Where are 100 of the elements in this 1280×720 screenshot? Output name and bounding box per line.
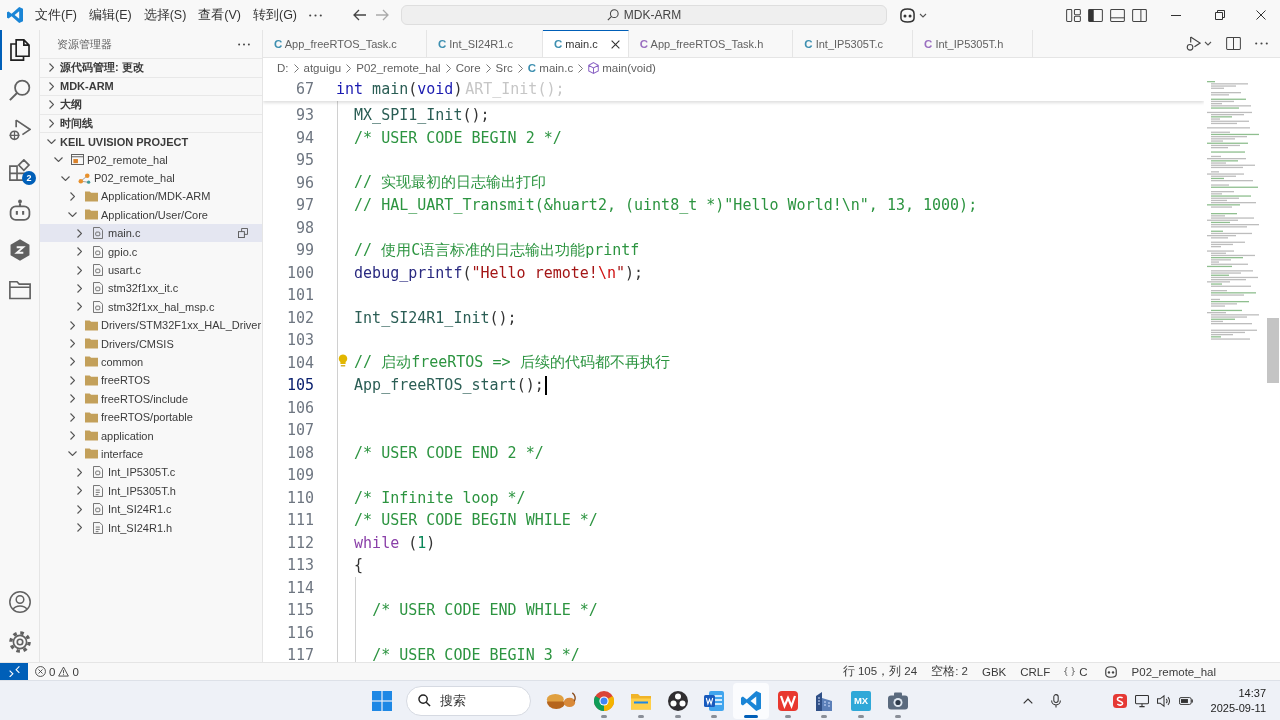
chevron-right-icon <box>346 63 352 73</box>
taskbar-button[interactable] <box>732 682 770 719</box>
microphone-icon[interactable] <box>1048 693 1063 708</box>
tree-item[interactable]: Drivers/STM32F1xx_HAL_Driver <box>40 316 262 335</box>
section-header[interactable]: 时间线 <box>40 113 262 132</box>
status-item[interactable]: 空格: 2 <box>931 664 968 679</box>
robot-face-icon[interactable] <box>899 7 916 23</box>
search-field[interactable]: 搜索 <box>405 685 531 716</box>
code-logo-icon <box>741 690 761 711</box>
run-debug-icon[interactable] <box>1186 36 1201 51</box>
line-number: 100 <box>285 263 315 282</box>
close-icon[interactable] <box>1256 10 1266 20</box>
round-logo-icon <box>594 690 615 711</box>
caret-icon[interactable] <box>919 12 927 18</box>
minimize-icon[interactable] <box>1171 14 1181 16</box>
tree-item[interactable]: application <box>40 426 262 445</box>
tree-item[interactable]: Drivers/CMSIS <box>40 334 262 353</box>
split-editor-icon[interactable] <box>1226 37 1241 50</box>
caret-icon[interactable] <box>1204 41 1212 46</box>
tree-item[interactable]: Application/MDK-ARM <box>40 187 262 206</box>
tree-item[interactable]: Application/User/Core <box>40 205 262 225</box>
layout-icon[interactable] <box>1066 8 1081 22</box>
start-icon <box>371 690 392 711</box>
breadcrumb-item[interactable]: Core <box>455 62 481 74</box>
tree-item[interactable]: P02_remote_hal <box>40 150 262 169</box>
editor-tab[interactable]: C main.c <box>542 30 629 57</box>
tree-item[interactable]: freeRTOS/include <box>40 389 262 408</box>
file-icon <box>93 503 103 516</box>
remote-button[interactable] <box>0 663 28 680</box>
breadcrumb-item[interactable]: D: <box>277 62 289 74</box>
clock-date[interactable]: 2025-09-11 <box>1210 700 1266 716</box>
tree-item[interactable]: freeRTOS <box>40 371 262 390</box>
input-method-icon[interactable] <box>1112 693 1127 708</box>
tree-item[interactable]: main.c <box>40 224 262 243</box>
editor-tab[interactable]: C App_freeRTOS_Task.c <box>263 30 427 57</box>
problems-button[interactable]: 0 0 <box>35 665 79 678</box>
language-mode-button[interactable]: C <box>1064 665 1088 678</box>
status-item[interactable]: P02_remote_hal <box>1131 665 1216 678</box>
tree-item[interactable]: Int_IP5305T.h <box>40 481 262 500</box>
tree-item[interactable]: stm32f1xx_it.c <box>40 279 262 298</box>
robot-face-icon[interactable] <box>1103 665 1118 678</box>
status-item[interactable]: 行 105，列 24 <box>842 664 918 679</box>
menu-item[interactable]: 编辑(E) <box>88 6 132 24</box>
speaker-icon[interactable] <box>1156 693 1171 708</box>
more-icon[interactable] <box>1255 42 1268 45</box>
menu-item[interactable]: 查看(V) <box>198 6 241 24</box>
editor-tab[interactable]: C App_freeRTOS_Task.h <box>628 30 794 57</box>
back-arrow-icon[interactable] <box>353 9 367 21</box>
line-number: 104 <box>285 353 315 372</box>
breadcrumb-item[interactable]: main(void) <box>588 62 656 74</box>
menu-item[interactable]: 转到(G) <box>253 6 298 24</box>
code-line: /* USER CODE END WHILE */ <box>372 601 598 620</box>
tree-item[interactable]: stm32f1xx_hal_msp.c <box>40 297 262 316</box>
status-item[interactable]: CRLF <box>1020 665 1051 678</box>
squares-icon[interactable] <box>238 228 248 239</box>
breadcrumb-item[interactable]: P02_remote_hal <box>356 62 441 74</box>
editor-tab[interactable]: C Int_IP5305T.c <box>793 30 913 57</box>
more-icon[interactable] <box>309 13 323 17</box>
section-header[interactable]: MDK-ARM <box>40 76 262 95</box>
code-line: // 实现最初的日志输出打印 <box>354 173 547 193</box>
menu-item[interactable]: 选择(S) <box>143 6 187 24</box>
command-center[interactable]: MDK-ARM <box>401 5 887 25</box>
section-header[interactable]: 大纲 <box>40 95 262 114</box>
more-icon[interactable] <box>238 42 250 46</box>
folder-icon <box>85 338 98 350</box>
activity-button[interactable]: 2 <box>0 150 39 190</box>
editor-tab[interactable]: C Int_SI24R1.c <box>426 30 543 57</box>
tree-item[interactable]: interface <box>40 444 262 464</box>
code-line: debug_printf("Hello remote!\n"); <box>354 263 644 282</box>
sidebar-toggle-icon[interactable] <box>1088 8 1103 22</box>
line-number: 102 <box>285 308 315 327</box>
tree-item[interactable]: gpio.c <box>40 242 262 261</box>
tree-item[interactable]: freeRTOS/portable <box>40 407 262 427</box>
status-item[interactable]: GBK <box>981 665 1007 678</box>
section-header[interactable]: 源代码管理: 更改 <box>40 58 262 77</box>
chevron-up-icon[interactable] <box>1022 697 1033 704</box>
split-layout-icon[interactable] <box>1132 8 1147 22</box>
scrollbar-thumb[interactable] <box>1267 318 1279 383</box>
panel-toggle-icon[interactable] <box>1110 8 1125 22</box>
section-header[interactable]: KEIL UVISION PROJECT <box>40 132 262 151</box>
tree-item[interactable]: usart.c <box>40 260 262 280</box>
monitor-icon[interactable] <box>1134 693 1149 708</box>
account-icon <box>8 591 31 613</box>
clock-time[interactable]: 14:37 <box>1238 685 1266 701</box>
file-icon <box>93 484 103 497</box>
tree-item[interactable]: P02_remote_hal <box>40 168 262 188</box>
breadcrumb-item[interactable]: C main.c <box>527 62 574 74</box>
editor-tab[interactable]: C Int_IP5305T.h <box>913 30 1034 57</box>
code-line: /* USER CODE BEGIN 3 */ <box>372 646 580 662</box>
tree-item[interactable]: Int_SI24R1.c <box>40 499 262 519</box>
breadcrumb-item[interactable]: Src <box>495 62 513 74</box>
menu-item[interactable]: 文件(F) <box>35 6 77 24</box>
breadcrumb-item[interactable]: atguigu <box>303 62 342 74</box>
tree-item[interactable]: Int_IP5305T.c <box>40 463 262 482</box>
line-number: 114 <box>285 578 315 597</box>
restore-icon[interactable] <box>1215 10 1225 20</box>
tree-item[interactable]: Int_SI24R1.h <box>40 518 262 537</box>
tree-item[interactable]: common <box>40 352 262 372</box>
folder-icon <box>85 411 98 423</box>
close-icon[interactable] <box>610 39 620 49</box>
